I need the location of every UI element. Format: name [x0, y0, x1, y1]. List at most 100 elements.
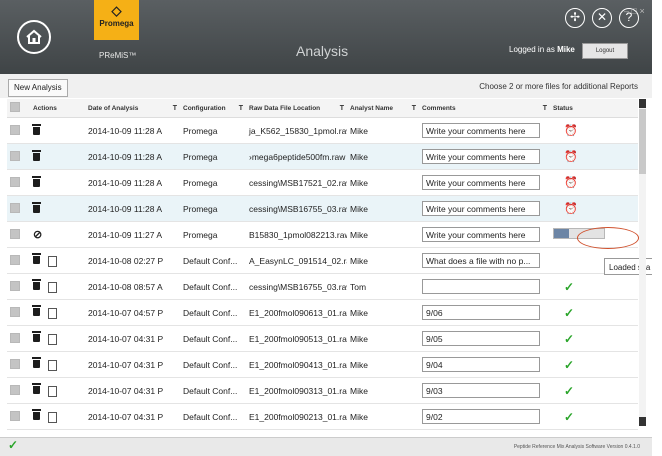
column-header-comments[interactable]: Comments T [419, 99, 550, 118]
row-select-cell[interactable] [7, 169, 30, 196]
table-row[interactable]: 2014-10-07 04:31 P Default Conf... E1_200f… [7, 351, 638, 378]
row-actions-cell [30, 195, 85, 222]
row-checkbox[interactable] [10, 358, 20, 369]
cell-status: ✓ [550, 377, 638, 404]
scroll-thumb[interactable] [639, 109, 646, 174]
report-icon[interactable] [48, 282, 57, 294]
row-checkbox[interactable] [10, 254, 20, 265]
table-row[interactable]: 2014-10-07 04:31 P Default Conf... E1_200f… [7, 377, 638, 404]
table-row[interactable]: 2014-10-08 02:27 P Default Conf... A_Easyn… [7, 247, 638, 274]
filter-icon[interactable]: T [239, 105, 243, 112]
row-checkbox[interactable] [10, 150, 20, 161]
filter-icon[interactable]: T [543, 105, 547, 112]
table-row[interactable]: 2014-10-08 08:57 A Default Conf... cessing… [7, 273, 638, 300]
analysis-table: Actions Date of Analysis T Configuration T… [7, 99, 638, 430]
table-row[interactable]: 2014-10-09 11:28 A Promega cessing\MSB1675… [7, 195, 638, 222]
trash-icon[interactable] [32, 278, 41, 290]
table-row[interactable]: 2014-10-09 11:28 A Promega ja_K562_15830_1… [7, 117, 638, 144]
column-header-file[interactable]: Raw Data File Location T [246, 99, 347, 118]
table-row[interactable]: 2014-10-07 04:31 P Default Conf... E1_200f… [7, 325, 638, 352]
logged-in-prefix: Logged in as [509, 45, 555, 54]
trash-icon[interactable] [32, 123, 41, 135]
comment-input[interactable]: Write your comments here [422, 123, 540, 138]
report-icon[interactable] [48, 386, 57, 398]
row-checkbox[interactable] [10, 332, 20, 343]
row-checkbox[interactable] [10, 228, 20, 239]
comment-input[interactable] [422, 279, 540, 294]
cancel-icon[interactable]: ⊘ [33, 229, 42, 241]
row-select-cell[interactable] [7, 351, 30, 378]
logout-button[interactable]: Logout [582, 43, 628, 59]
row-select-cell[interactable] [7, 299, 30, 326]
row-checkbox[interactable] [10, 384, 20, 395]
scroll-up-arrow[interactable] [639, 99, 646, 108]
row-select-cell[interactable] [7, 221, 30, 248]
row-select-cell[interactable] [7, 117, 30, 144]
row-checkbox[interactable] [10, 306, 20, 317]
column-header-analyst[interactable]: Analyst Name T [347, 99, 419, 118]
row-select-cell[interactable] [7, 247, 30, 274]
row-checkbox[interactable] [10, 410, 20, 421]
cell-comments: 9/04 [419, 351, 550, 378]
report-icon[interactable] [48, 412, 57, 424]
column-header-configuration[interactable]: Configuration T [180, 99, 246, 118]
row-checkbox[interactable] [10, 176, 20, 187]
row-actions-cell [30, 169, 85, 196]
scroll-down-arrow[interactable] [639, 417, 646, 426]
comment-input[interactable]: 9/03 [422, 383, 540, 398]
filter-icon[interactable]: T [340, 105, 344, 112]
trash-icon[interactable] [32, 330, 41, 342]
trash-icon[interactable] [32, 149, 41, 161]
comment-input[interactable]: 9/05 [422, 331, 540, 346]
comment-input[interactable]: 9/06 [422, 305, 540, 320]
row-select-cell[interactable] [7, 403, 30, 430]
trash-icon[interactable] [32, 356, 41, 368]
trash-icon[interactable] [32, 175, 41, 187]
comment-input[interactable]: What does a file with no p... [422, 253, 540, 268]
row-select-cell[interactable] [7, 143, 30, 170]
cell-file-location: ja_K562_15830_1pmol.raw [246, 117, 347, 144]
row-select-cell[interactable] [7, 195, 30, 222]
table-row[interactable]: 2014-10-07 04:31 P Default Conf... E1_200f… [7, 403, 638, 430]
report-icon[interactable] [48, 334, 57, 346]
report-icon[interactable] [48, 308, 57, 320]
filter-icon[interactable]: T [412, 105, 416, 112]
comment-input[interactable]: 9/02 [422, 409, 540, 424]
select-all-checkbox[interactable] [7, 99, 30, 118]
table-row[interactable]: 2014-10-09 11:28 A Promega ›mega6peptide50… [7, 143, 638, 170]
comment-input[interactable]: Write your comments here [422, 175, 540, 190]
cell-date: 2014-10-08 02:27 P [85, 247, 180, 274]
trash-icon[interactable] [32, 201, 41, 213]
window-controls[interactable]: – □ × [624, 6, 645, 16]
new-analysis-button[interactable]: New Analysis [8, 79, 68, 97]
atom-icon[interactable]: ✢ [565, 8, 585, 28]
filter-icon[interactable]: T [173, 105, 177, 112]
table-row[interactable]: 2014-10-09 11:28 A Promega cessing\MSB1752… [7, 169, 638, 196]
row-checkbox[interactable] [10, 124, 20, 135]
cell-date: 2014-10-07 04:57 P [85, 299, 180, 326]
comment-input[interactable]: Write your comments here [422, 227, 540, 242]
comment-input[interactable]: Write your comments here [422, 149, 540, 164]
report-icon[interactable] [48, 360, 57, 372]
row-checkbox[interactable] [10, 280, 20, 291]
trash-icon[interactable] [32, 408, 41, 420]
home-button[interactable] [17, 20, 51, 54]
trash-icon[interactable] [32, 252, 41, 264]
cell-comments: Write your comments here [419, 221, 550, 248]
column-header-date[interactable]: Date of Analysis T [85, 99, 180, 118]
table-row[interactable]: ⊘ 2014-10-09 11:27 A Promega B15830_1pmol08… [7, 221, 638, 248]
row-checkbox[interactable] [10, 202, 20, 213]
cell-configuration: Promega [180, 195, 246, 222]
row-actions-cell [30, 299, 85, 326]
trash-icon[interactable] [32, 382, 41, 394]
comment-input[interactable]: Write your comments here [422, 201, 540, 216]
comment-input[interactable]: 9/04 [422, 357, 540, 372]
table-row[interactable]: 2014-10-07 04:57 P Default Conf... E1_200f… [7, 299, 638, 326]
row-select-cell[interactable] [7, 377, 30, 404]
trash-icon[interactable] [32, 304, 41, 316]
tools-icon[interactable]: ✕ [592, 8, 612, 28]
row-select-cell[interactable] [7, 273, 30, 300]
row-select-cell[interactable] [7, 325, 30, 352]
report-icon[interactable] [48, 256, 57, 268]
vertical-scrollbar[interactable] [639, 99, 646, 426]
